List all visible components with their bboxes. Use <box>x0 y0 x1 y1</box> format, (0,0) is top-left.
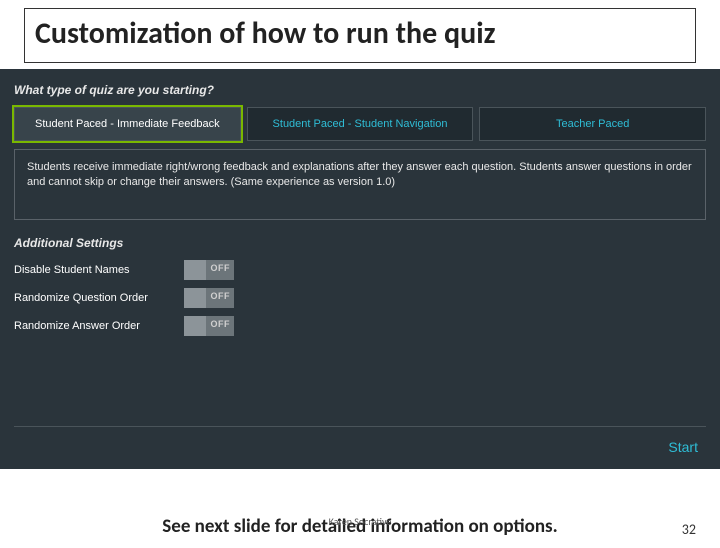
slide-attribution: Karen Socrative <box>329 515 392 528</box>
option-description: Students receive immediate right/wrong f… <box>14 149 706 220</box>
toggle-knob <box>184 288 206 308</box>
toggle-state: OFF <box>211 263 231 273</box>
quiz-type-options: Student Paced - Immediate Feedback Stude… <box>14 107 706 141</box>
option-student-navigation[interactable]: Student Paced - Student Navigation <box>247 107 474 141</box>
toggle-knob <box>184 260 206 280</box>
setting-label: Randomize Question Order <box>14 292 184 304</box>
toggle-randomize-answers[interactable]: OFF <box>184 316 234 336</box>
setting-randomize-questions: Randomize Question Order OFF <box>14 288 706 308</box>
start-button[interactable]: Start <box>660 435 706 459</box>
toggle-disable-names[interactable]: OFF <box>184 260 234 280</box>
toggle-knob <box>184 316 206 336</box>
setting-randomize-answers: Randomize Answer Order OFF <box>14 316 706 336</box>
slide-footer: Karen Socrative See next slide for detai… <box>0 515 720 538</box>
additional-settings-heading: Additional Settings <box>14 236 706 250</box>
quiz-config-panel: What type of quiz are you starting? Stud… <box>0 69 720 469</box>
start-bar: Start <box>14 426 706 459</box>
option-immediate-feedback[interactable]: Student Paced - Immediate Feedback <box>14 107 241 141</box>
toggle-state: OFF <box>211 291 231 301</box>
slide-title-container: Customization of how to run the quiz <box>24 8 696 63</box>
page-number: 32 <box>682 521 696 538</box>
slide-title: Customization of how to run the quiz <box>35 15 685 52</box>
toggle-randomize-questions[interactable]: OFF <box>184 288 234 308</box>
toggle-state: OFF <box>211 319 231 329</box>
setting-label: Randomize Answer Order <box>14 320 184 332</box>
quiz-type-question: What type of quiz are you starting? <box>14 83 706 97</box>
setting-label: Disable Student Names <box>14 264 184 276</box>
option-teacher-paced[interactable]: Teacher Paced <box>479 107 706 141</box>
setting-disable-names: Disable Student Names OFF <box>14 260 706 280</box>
